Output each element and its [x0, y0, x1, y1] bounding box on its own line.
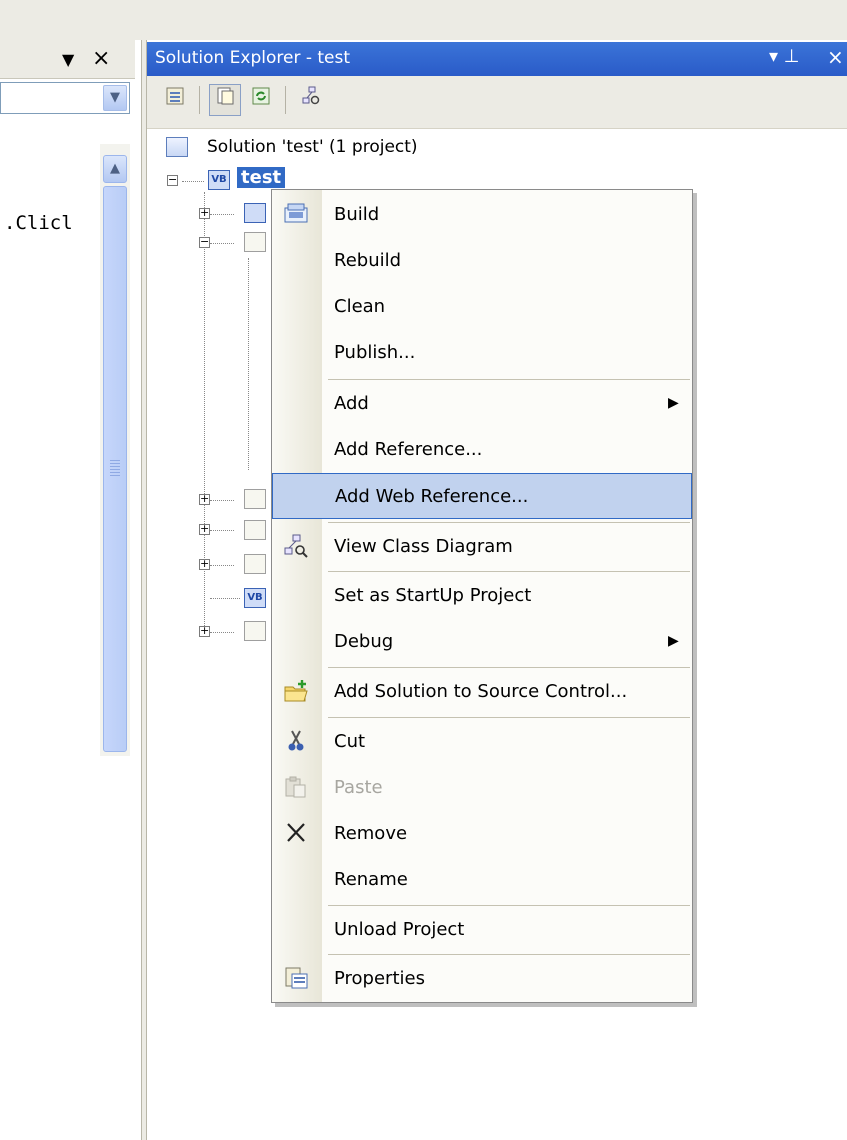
class-diagram-icon[interactable]: [295, 84, 327, 116]
menu-item-paste: Paste: [272, 765, 692, 811]
collapse-icon[interactable]: −: [167, 174, 178, 186]
code-text[interactable]: .Clicl: [4, 212, 73, 234]
refresh-icon[interactable]: [245, 84, 277, 116]
add-folder-icon: [282, 679, 310, 705]
close-icon[interactable]: ×: [827, 45, 844, 69]
menu-item-build[interactable]: Build: [272, 192, 692, 238]
submenu-arrow-icon: ▶: [668, 633, 679, 649]
solution-explorer-titlebar: Solution Explorer - test ▾ ⊥ ×: [147, 42, 847, 76]
menu-item-add-to-source-control[interactable]: Add Solution to Source Control...: [272, 669, 692, 715]
solution-icon: [166, 137, 188, 157]
file-icon: [244, 621, 266, 641]
build-icon: [282, 202, 310, 228]
menu-item-rebuild[interactable]: Rebuild: [272, 238, 692, 284]
scissors-icon: [282, 729, 310, 755]
menu-item-rename[interactable]: Rename: [272, 857, 692, 903]
dropdown-arrow-icon[interactable]: ▼: [62, 50, 74, 69]
menu-item-publish[interactable]: Publish...: [272, 330, 692, 376]
expand-icon[interactable]: +: [199, 493, 210, 505]
menu-item-add-reference[interactable]: Add Reference...: [272, 427, 692, 473]
folder-icon: [244, 232, 266, 252]
vb-project-icon: VB: [208, 170, 230, 190]
properties-icon[interactable]: [159, 84, 191, 116]
class-diagram-icon: [282, 534, 310, 560]
submenu-arrow-icon: ▶: [668, 395, 679, 411]
folder-icon: [244, 520, 266, 540]
solution-explorer-toolbar: [147, 76, 847, 129]
collapse-icon[interactable]: −: [199, 236, 210, 248]
menu-item-unload-project[interactable]: Unload Project: [272, 907, 692, 953]
project-node-label[interactable]: test: [237, 167, 286, 188]
vb-file-icon: VB: [244, 588, 266, 608]
menu-item-clean[interactable]: Clean: [272, 284, 692, 330]
solution-explorer-title: Solution Explorer - test: [155, 48, 351, 68]
solution-node-label[interactable]: Solution 'test' (1 project): [207, 137, 418, 157]
paste-icon: [282, 775, 310, 801]
menu-item-view-class-diagram[interactable]: View Class Diagram: [272, 524, 692, 570]
expand-icon[interactable]: +: [199, 523, 210, 535]
expand-icon[interactable]: +: [199, 625, 210, 637]
folder-icon: [244, 554, 266, 574]
left-pane-gap: [0, 115, 135, 143]
menu-item-set-startup[interactable]: Set as StartUp Project: [272, 573, 692, 619]
top-chrome-bar: [0, 0, 847, 40]
my-project-icon: [244, 203, 266, 223]
menu-item-remove[interactable]: Remove: [272, 811, 692, 857]
menu-item-properties[interactable]: Properties: [272, 956, 692, 1002]
remove-x-icon: [282, 821, 310, 847]
menu-item-add-web-reference[interactable]: Add Web Reference...: [272, 473, 692, 519]
scroll-grip-icon: [110, 460, 120, 478]
method-combobox[interactable]: ▼: [0, 82, 130, 114]
chevron-down-icon[interactable]: ▼: [103, 85, 127, 111]
expand-icon[interactable]: +: [199, 558, 210, 570]
folder-icon: [244, 489, 266, 509]
close-icon[interactable]: ×: [92, 46, 110, 71]
menu-item-cut[interactable]: Cut: [272, 719, 692, 765]
show-all-files-icon[interactable]: [209, 84, 241, 116]
expand-icon[interactable]: +: [199, 207, 210, 219]
menu-item-debug[interactable]: Debug ▶: [272, 619, 692, 665]
context-menu: Build Rebuild Clean Publish... Add ▶ Add…: [271, 189, 693, 1003]
menu-item-add[interactable]: Add ▶: [272, 381, 692, 427]
properties-icon: [282, 966, 310, 992]
pin-icon[interactable]: ▾ ⊥: [769, 46, 799, 67]
scroll-up-arrow-icon[interactable]: ▲: [103, 155, 127, 183]
